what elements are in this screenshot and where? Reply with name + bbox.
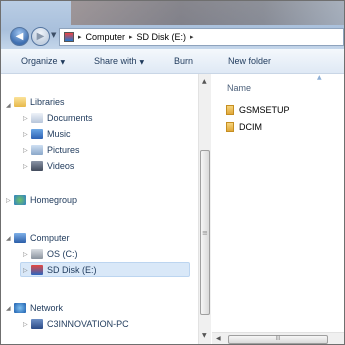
folder-icon xyxy=(226,122,234,132)
file-list: ▲ Name GSMSETUP DCIM xyxy=(212,74,344,344)
list-item[interactable]: GSMSETUP xyxy=(226,104,290,116)
nav-label: SD Disk (E:) xyxy=(47,264,97,275)
pc-icon xyxy=(31,318,43,329)
documents-icon xyxy=(31,112,43,123)
nav-item-pictures[interactable]: Pictures xyxy=(31,143,80,156)
videos-icon xyxy=(31,160,43,171)
recent-pages-dropdown[interactable]: ▼ xyxy=(51,31,56,39)
expand-triangle-icon[interactable]: ▷ xyxy=(6,197,11,204)
sd-card-icon xyxy=(31,264,43,275)
scroll-left-icon[interactable]: ◀ xyxy=(216,335,221,342)
nav-item-computer[interactable]: Computer xyxy=(14,231,70,244)
computer-icon xyxy=(64,32,74,42)
folder-icon xyxy=(226,105,234,115)
address-bar[interactable]: ▸ Computer ▸ SD Disk (E:) ▸ xyxy=(59,28,344,46)
nav-label: Network xyxy=(30,302,64,313)
chevron-right-icon[interactable]: ▸ xyxy=(190,33,194,41)
nav-label: C3INNOVATION-PC xyxy=(47,318,129,329)
nav-item-sd-disk[interactable]: SD Disk (E:) xyxy=(20,262,190,277)
collapse-triangle-icon[interactable]: ◢ xyxy=(6,235,11,242)
title-bar-background xyxy=(71,1,344,25)
expand-triangle-icon[interactable]: ▷ xyxy=(23,251,28,258)
breadcrumb-sd-disk[interactable]: SD Disk (E:) xyxy=(137,32,187,42)
name-column-header[interactable]: Name xyxy=(227,83,251,93)
command-bar: Organize ▼ Share with ▼ Burn New folder xyxy=(1,49,344,74)
nav-label: Computer xyxy=(30,232,70,243)
collapse-triangle-icon[interactable]: ◢ xyxy=(6,102,11,109)
explorer-window: ◀ ▶ ▼ ▸ Computer ▸ SD Disk (E:) ▸ Organi… xyxy=(0,0,345,345)
share-with-button[interactable]: Share with ▼ xyxy=(94,56,144,66)
nav-label: Music xyxy=(47,128,71,139)
homegroup-icon xyxy=(14,194,26,205)
nav-item-music[interactable]: Music xyxy=(31,127,71,140)
file-name: DCIM xyxy=(239,122,262,132)
scroll-grip-icon: ≡ xyxy=(202,229,208,237)
chevron-down-icon: ▼ xyxy=(139,59,145,66)
expand-triangle-icon[interactable]: ▷ xyxy=(23,115,28,122)
libraries-icon xyxy=(14,96,26,107)
nav-label: Libraries xyxy=(30,96,65,107)
expand-triangle-icon[interactable]: ▷ xyxy=(23,163,28,170)
nav-vertical-scrollbar[interactable]: ▲ ≡ ▼ xyxy=(198,74,211,344)
breadcrumb-computer[interactable]: Computer xyxy=(86,32,126,42)
scroll-down-icon[interactable]: ▼ xyxy=(202,332,207,339)
collapse-triangle-icon[interactable]: ◢ xyxy=(6,305,11,312)
expand-triangle-icon[interactable]: ▷ xyxy=(23,147,28,154)
computer-icon xyxy=(14,232,26,243)
nav-item-documents[interactable]: Documents xyxy=(31,111,93,124)
nav-label: Documents xyxy=(47,112,93,123)
expand-triangle-icon[interactable]: ▷ xyxy=(23,131,28,138)
nav-label: Pictures xyxy=(47,144,80,155)
content-scroll-thumb[interactable]: III xyxy=(228,335,328,344)
list-item[interactable]: DCIM xyxy=(226,121,262,133)
forward-button[interactable]: ▶ xyxy=(31,27,50,46)
file-name: GSMSETUP xyxy=(239,105,290,115)
nav-item-network[interactable]: Network xyxy=(14,301,63,314)
nav-label: Videos xyxy=(47,160,75,171)
nav-item-os-c[interactable]: OS (C:) xyxy=(31,247,78,260)
sort-up-icon: ▲ xyxy=(317,74,322,81)
chevron-right-icon[interactable]: ▸ xyxy=(129,33,133,41)
expand-triangle-icon[interactable]: ▷ xyxy=(23,321,28,328)
expand-triangle-icon[interactable]: ▷ xyxy=(23,267,28,274)
organize-label: Organize xyxy=(21,56,58,66)
nav-item-pc[interactable]: C3INNOVATION-PC xyxy=(31,317,129,330)
nav-label: Homegroup xyxy=(30,194,78,205)
scroll-up-icon[interactable]: ▲ xyxy=(202,78,207,85)
organize-button[interactable]: Organize ▼ xyxy=(21,56,65,66)
network-icon xyxy=(14,302,26,313)
nav-item-homegroup[interactable]: Homegroup xyxy=(14,193,77,206)
chevron-right-icon[interactable]: ▸ xyxy=(78,33,82,41)
title-bar: ◀ ▶ ▼ ▸ Computer ▸ SD Disk (E:) ▸ xyxy=(1,1,344,49)
navigation-pane: ◢ Libraries ▷ Documents ▷ Music ▷ Pictur… xyxy=(1,74,197,344)
music-icon xyxy=(31,128,43,139)
new-folder-button[interactable]: New folder xyxy=(228,56,271,66)
nav-item-videos[interactable]: Videos xyxy=(31,159,74,172)
nav-label: OS (C:) xyxy=(47,248,78,259)
drive-icon xyxy=(31,248,43,259)
share-with-label: Share with xyxy=(94,56,137,66)
pictures-icon xyxy=(31,144,43,155)
forward-arrow-icon: ▶ xyxy=(36,31,45,42)
nav-item-libraries[interactable]: Libraries xyxy=(14,95,65,108)
chevron-down-icon: ▼ xyxy=(60,59,66,66)
content-horizontal-scrollbar[interactable]: ◀ III xyxy=(212,332,344,344)
back-arrow-icon: ◀ xyxy=(15,31,24,42)
back-button[interactable]: ◀ xyxy=(10,27,29,46)
burn-button[interactable]: Burn xyxy=(174,56,193,66)
